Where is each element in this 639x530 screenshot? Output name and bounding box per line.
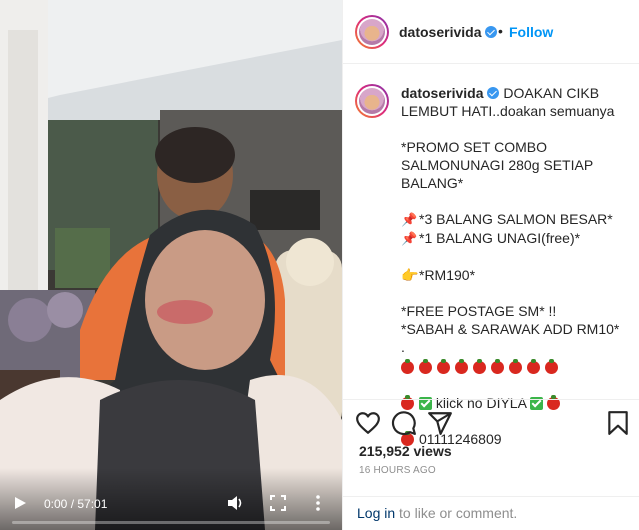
post-header: datoserivida • Follow (343, 0, 639, 64)
bookmark-icon[interactable] (605, 410, 631, 436)
view-count[interactable]: 215,952 views (359, 443, 452, 459)
tomato-icon (437, 359, 450, 374)
caption-line: *3 BALANG SALMON BESAR* (419, 211, 613, 227)
post-timestamp[interactable]: 16 HOURS AGO (359, 465, 436, 476)
post-caption: datoserivida DOAKAN CIKB LEMBUT HATI..do… (343, 64, 639, 447)
caption-avatar[interactable] (355, 84, 389, 118)
pushpin-icon: 📌 (401, 231, 418, 246)
pushpin-icon: 📌 (401, 212, 418, 227)
separator: • (498, 23, 503, 39)
login-link[interactable]: Log in (357, 505, 395, 521)
post-actions: 215,952 views 16 HOURS AGO (343, 399, 639, 496)
video-player[interactable]: 0:00 / 57:01 (0, 0, 342, 530)
profile-picture (359, 19, 385, 45)
heart-icon[interactable] (355, 410, 381, 436)
more-options-icon[interactable] (314, 494, 322, 512)
caption-line: *SABAH & SARAWAK ADD RM10* (401, 321, 620, 337)
tomato-icon (455, 359, 468, 374)
caption-line: *PROMO SET COMBO SALMONUNAGI 280g SETIAP… (401, 139, 593, 191)
caption-body: datoserivida DOAKAN CIKB LEMBUT HATI..do… (401, 84, 628, 448)
pointing-hand-icon: 👉 (401, 267, 419, 283)
tomato-row (401, 358, 628, 376)
tomato-icon (473, 359, 486, 374)
video-frame (0, 0, 342, 530)
tomato-icon (401, 359, 414, 374)
video-progress-bar[interactable] (12, 521, 330, 524)
tomato-icon (419, 359, 432, 374)
tomato-icon (545, 359, 558, 374)
video-time: 0:00 / 57:01 (44, 497, 108, 511)
verified-badge-icon (485, 26, 498, 38)
login-prompt-text: to like or comment. (395, 505, 518, 521)
share-icon[interactable] (427, 410, 453, 436)
comment-icon[interactable] (391, 410, 417, 436)
caption-line: *FREE POSTAGE SM* !! (401, 303, 557, 319)
play-icon[interactable] (13, 496, 27, 510)
tomato-icon (509, 359, 522, 374)
verified-badge-icon (487, 87, 500, 99)
post-panel: datoserivida • Follow datoserivida DOAKA… (342, 0, 639, 530)
caption-username[interactable]: datoserivida (401, 85, 483, 101)
video-controls: 0:00 / 57:01 (0, 468, 342, 530)
header-username[interactable]: datoserivida (399, 24, 498, 40)
avatar[interactable] (355, 15, 389, 49)
volume-icon[interactable] (226, 494, 244, 512)
profile-picture (359, 88, 385, 114)
caption-line: *1 BALANG UNAGI(free)* (419, 230, 581, 246)
tomato-icon (527, 359, 540, 374)
fullscreen-icon[interactable] (270, 495, 286, 511)
username-text: datoserivida (399, 24, 482, 40)
tomato-icon (491, 359, 504, 374)
caption-line: . (401, 339, 405, 355)
follow-button[interactable]: Follow (509, 24, 553, 40)
caption-line: *RM190* (419, 267, 476, 283)
login-prompt: Log in to like or comment. (343, 496, 639, 530)
